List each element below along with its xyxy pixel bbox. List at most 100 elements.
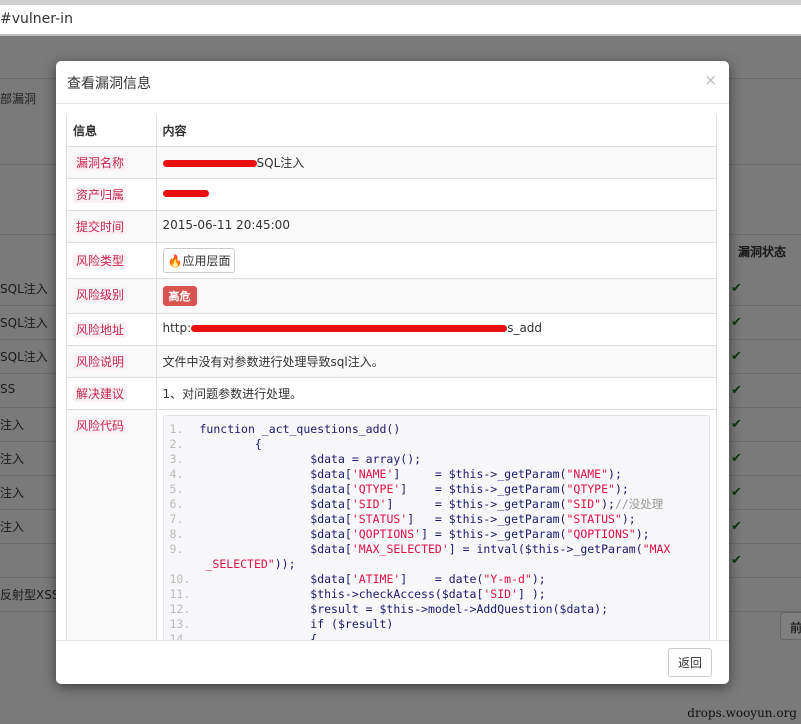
check-icon: ✔	[731, 451, 742, 466]
line-number: 11.	[169, 587, 191, 601]
code-text: $data['QTYPE'] = $this->_getParam("QTYPE…	[199, 482, 629, 496]
code-line: 2. {	[164, 437, 710, 452]
code-line: 5. $data['QTYPE'] = $this->_getParam("QT…	[164, 482, 710, 497]
bg-row-type: 注入	[0, 452, 25, 466]
fix-suggestion: 1、对问题参数进行处理。	[156, 377, 716, 410]
check-icon: ✔	[731, 417, 742, 432]
bg-row-type: 注入	[0, 520, 25, 534]
table-row: 风险代码 1. function _act_questions_add() 2. {3…	[67, 409, 716, 640]
line-number: 14.	[169, 632, 191, 640]
code-text: _SELECTED"));	[205, 557, 296, 571]
risk-url-prefix: http:	[162, 321, 192, 335]
bg-row-type: 反射型XSS	[0, 588, 60, 602]
line-number: 2.	[169, 437, 184, 451]
info-table: 信息 内容 漏洞名称 SQL注入 资产归属 提交时间 2015-06-11 20:45…	[67, 115, 716, 640]
line-number: 7.	[169, 512, 184, 526]
code-text: $data['SID'] = $this->_getParam("SID");/…	[199, 497, 664, 511]
code-text: if ($result)	[199, 617, 394, 631]
code-text: $data['NAME'] = $this->_getParam("NAME")…	[199, 467, 622, 481]
bg-row-type: SS	[0, 382, 16, 396]
row-label: 风险说明	[73, 354, 128, 370]
code-line: 12. $result = $this->model->AddQuestion(…	[164, 602, 710, 617]
risk-level-badge: 高危	[162, 286, 197, 306]
line-number: 3.	[169, 452, 184, 466]
row-label: 风险地址	[73, 322, 128, 338]
table-row: 风险说明 文件中没有对参数进行处理导致sql注入。	[67, 345, 716, 378]
code-text: $data = array();	[199, 452, 422, 466]
code-text: $data['MAX_SELECTED'] = intval($this->_g…	[199, 542, 671, 556]
modal-body[interactable]: 信息 内容 漏洞名称 SQL注入 资产归属 提交时间 2015-06-11 20:45…	[66, 115, 717, 640]
check-icon: ✔	[731, 281, 742, 296]
redaction	[162, 190, 209, 197]
code-text: {	[199, 632, 318, 640]
code-line: _SELECTED"));	[164, 557, 710, 572]
check-icon: ✔	[731, 485, 742, 500]
table-row: 资产归属	[67, 178, 716, 211]
table-row: 风险类型 🔥应用层面	[67, 242, 716, 279]
header-content: 内容	[162, 124, 187, 138]
bg-row-type: 注入	[0, 418, 25, 432]
line-number	[164, 557, 206, 572]
modal-title: 查看漏洞信息	[67, 76, 151, 92]
line-number: 4.	[169, 467, 184, 481]
table-row: 解决建议 1、对问题参数进行处理。	[67, 377, 716, 410]
table-row: 提交时间 2015-06-11 20:45:00	[67, 210, 716, 243]
code-line: 10. $data['ATIME'] = date("Y-m-d");	[164, 572, 710, 587]
bg-row-type: SQL注入	[0, 282, 48, 296]
code-text: function _act_questions_add()	[199, 422, 401, 436]
address-text: #vulner-in	[0, 11, 73, 27]
row-label: 解决建议	[73, 386, 128, 402]
line-number: 1.	[169, 422, 184, 436]
line-number: 10.	[169, 572, 191, 586]
row-label: 提交时间	[73, 219, 128, 235]
risk-description: 文件中没有对参数进行处理导致sql注入。	[156, 345, 716, 378]
check-icon: ✔	[731, 383, 742, 398]
row-label: 风险级别	[73, 287, 128, 303]
bg-row-type: SQL注入	[0, 350, 48, 364]
code-line: 1. function _act_questions_add()	[164, 422, 710, 437]
code-text: $result = $this->model->AddQuestion($dat…	[199, 602, 608, 616]
risk-url-suffix: s_add	[507, 321, 543, 335]
line-number: 9.	[169, 542, 184, 556]
line-number: 8.	[169, 527, 184, 541]
watermark: drops.wooyun.org	[687, 706, 797, 720]
row-label: 风险代码	[73, 418, 128, 434]
code-text: $data['ATIME'] = date("Y-m-d");	[199, 572, 546, 586]
code-line: 9. $data['MAX_SELECTED'] = intval($this-…	[164, 542, 710, 557]
line-number: 13.	[169, 617, 191, 631]
bg-status-header: 漏洞状态	[738, 245, 787, 259]
code-line: 3. $data = array();	[164, 452, 710, 467]
code-line: 6. $data['SID'] = $this->_getParam("SID"…	[164, 497, 710, 512]
code-line: 8. $data['QOPTIONS'] = $this->_getParam(…	[164, 527, 710, 542]
code-text: {	[199, 437, 262, 451]
code-line: 11. $this->checkAccess($data['SID'] );	[164, 587, 710, 602]
bg-row-type: SQL注入	[0, 316, 48, 330]
redaction	[191, 325, 508, 332]
vulnerability-modal: 查看漏洞信息 × 信息 内容 漏洞名称 SQL注入 资产归属 提交时间 2015-06…	[56, 61, 729, 684]
redaction	[162, 160, 257, 167]
risk-type-button[interactable]: 🔥应用层面	[162, 248, 236, 273]
line-number: 6.	[169, 497, 184, 511]
check-icon: ✔	[731, 315, 742, 330]
line-number: 5.	[169, 482, 184, 496]
check-icon: ✔	[731, 349, 742, 364]
submit-time: 2015-06-11 20:45:00	[156, 210, 716, 243]
bg-prev-button[interactable]: 前	[780, 612, 801, 640]
back-button[interactable]: 返回	[667, 648, 712, 677]
code-text: $data['QOPTIONS'] = $this->_getParam("QO…	[199, 527, 650, 541]
bg-heading: 部漏洞	[0, 92, 37, 106]
address-bar[interactable]: #vulner-in	[0, 0, 801, 36]
code-block: 1. function _act_questions_add() 2. {3. $d…	[162, 415, 710, 640]
risk-type-label: 应用层面	[182, 254, 231, 268]
code-text: $this->checkAccess($data['SID'] );	[199, 587, 546, 601]
code-line: 13. if ($result)	[164, 617, 710, 632]
table-row: 风险级别 高危	[67, 278, 716, 314]
close-icon[interactable]: ×	[704, 71, 717, 89]
code-text: $data['STATUS'] = $this->_getParam("STAT…	[199, 512, 636, 526]
code-line: 4. $data['NAME'] = $this->_getParam("NAM…	[164, 467, 710, 482]
vuln-name: SQL注入	[256, 156, 305, 170]
code-line: 14. {	[164, 632, 710, 640]
bg-row-type: 注入	[0, 486, 25, 500]
fire-icon: 🔥	[167, 254, 183, 268]
check-icon: ✔	[731, 519, 742, 534]
